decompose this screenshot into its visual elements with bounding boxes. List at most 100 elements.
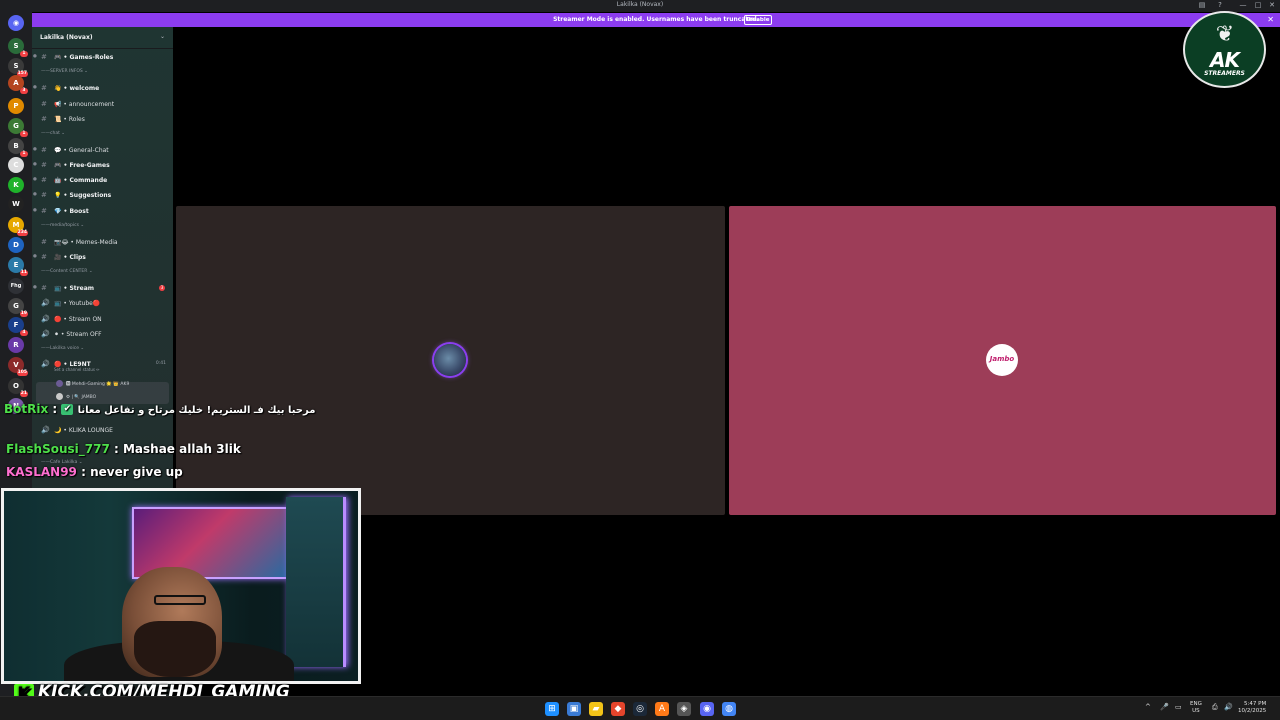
server-icon[interactable]: P: [8, 98, 24, 114]
chat-username: BotRix: [4, 402, 49, 416]
server-icon[interactable]: G 19: [8, 298, 28, 317]
text-channel[interactable]: ● # 👋 • welcome: [32, 81, 173, 95]
maximize-button[interactable]: □: [1252, 1, 1264, 9]
microphone-icon[interactable]: 🎤: [1160, 703, 1169, 711]
taskbar-app-icon[interactable]: ◈: [677, 702, 691, 716]
channel-label: 📷😂 • Memes-Media: [54, 239, 118, 246]
avatar: [56, 393, 63, 400]
chat-separator: :: [76, 465, 91, 479]
avatar: [434, 344, 466, 376]
text-channel[interactable]: ● # 💬 • General-Chat: [32, 143, 173, 157]
server-icon[interactable]: G1: [8, 118, 28, 137]
battery-icon[interactable]: ▭: [1175, 703, 1182, 711]
server-icon[interactable]: W: [8, 196, 24, 212]
taskbar-clock[interactable]: 5:47 PM 10/2/2025: [1238, 701, 1266, 715]
channel-status-prompt[interactable]: Set a channel status ✏: [54, 367, 100, 372]
speaker-icon: 🔊: [41, 315, 50, 323]
server-icon[interactable]: M 234: [8, 217, 28, 236]
text-channel[interactable]: ● # 💎 • Boost: [32, 204, 173, 218]
help-icon[interactable]: ?: [1214, 1, 1226, 9]
hash-icon: #: [41, 161, 47, 169]
channel-category[interactable]: ——media/topics ⌄: [41, 223, 84, 228]
language-indicator[interactable]: ENG US: [1190, 701, 1202, 715]
taskbar-app-icon[interactable]: ▣: [567, 702, 581, 716]
unread-badge: 11: [19, 270, 28, 276]
unread-badge: 3: [20, 88, 28, 94]
verified-icon: ✔: [61, 404, 74, 415]
unread-badge: 19: [19, 311, 28, 317]
text-channel[interactable]: ● # 🎮 • Games-Roles: [32, 50, 173, 64]
voice-channel-klika-lounge[interactable]: 🔊 🌙 • KLIKA LOUNGE: [32, 423, 173, 437]
server-icon[interactable]: Fhg: [8, 278, 24, 294]
minimize-button[interactable]: —: [1237, 1, 1249, 9]
server-icon[interactable]: B1: [8, 138, 28, 157]
server-glyph: S: [13, 62, 19, 70]
text-channel[interactable]: ● # 🎮 • Free-Games: [32, 158, 173, 172]
text-channel[interactable]: # 📢 • announcement: [32, 97, 173, 111]
taskbar-app-icon[interactable]: ▰: [589, 702, 603, 716]
server-icon[interactable]: K: [8, 177, 24, 193]
server-icon[interactable]: R: [8, 337, 24, 353]
streamer-mode-message: Streamer Mode is enabled. Usernames have…: [32, 16, 1280, 23]
close-window-button[interactable]: ✕: [1266, 1, 1278, 9]
text-channel[interactable]: ● # 💡 • Suggestions: [32, 188, 173, 202]
network-icon[interactable]: ⎙: [1212, 703, 1218, 712]
channel-label: 💡 • Suggestions: [54, 192, 112, 199]
server-icon[interactable]: O 21: [8, 378, 28, 397]
server-icon[interactable]: E 11: [8, 257, 28, 276]
channel-category[interactable]: ——SERVER INFOS ⌄: [41, 69, 88, 74]
channel-category[interactable]: ——chat ⌄: [41, 131, 65, 136]
server-glyph: P: [13, 102, 19, 110]
text-channel[interactable]: # 📷😂 • Memes-Media: [32, 235, 173, 249]
taskbar-app-icon[interactable]: ◎: [633, 702, 647, 716]
hash-icon: #: [41, 100, 47, 108]
unread-dot-icon: ●: [33, 192, 37, 197]
text-channel[interactable]: ● # 🤖 • Commande: [32, 173, 173, 187]
volume-icon[interactable]: 🔊: [1224, 703, 1233, 711]
voice-channel-le9nt[interactable]: 🔊 🔴 • LE9NT 0:41 Set a channel status ✏: [32, 357, 173, 372]
server-icon[interactable]: A3: [8, 75, 28, 94]
server-glyph: V: [13, 361, 19, 369]
call-tile-user-b[interactable]: Jambo: [729, 206, 1276, 515]
server-icon[interactable]: V 105: [8, 357, 28, 376]
channel-category[interactable]: ——Content CENTER ⌄: [41, 269, 93, 274]
taskbar-app-icon[interactable]: A: [655, 702, 669, 716]
channel-category[interactable]: ——Lakilka voice ⌄: [41, 346, 84, 351]
inbox-icon[interactable]: ▤: [1196, 1, 1208, 9]
clock-date: 10/2/2025: [1238, 708, 1267, 714]
webcam-overlay: [1, 488, 361, 684]
server-glyph: ◉: [12, 19, 20, 27]
channel-label: 🔴 • Stream ON: [54, 316, 102, 323]
taskbar-app-icon[interactable]: ◉: [700, 702, 714, 716]
text-channel[interactable]: ● # 📺 • Stream 3: [32, 281, 173, 295]
text-channel[interactable]: # 📜 • Roles: [32, 112, 173, 126]
tray-overflow-icon[interactable]: ^: [1145, 703, 1151, 711]
chevron-down-icon[interactable]: ⌄: [160, 33, 165, 40]
taskbar-app-icon[interactable]: ◆: [611, 702, 625, 716]
text-channel[interactable]: ● # 🎥 • Clips: [32, 250, 173, 264]
speaker-icon: 🔊: [41, 330, 50, 338]
server-icon[interactable]: S1: [8, 38, 28, 57]
voice-channel[interactable]: 🔊 ⚫ • Stream OFF: [32, 327, 173, 341]
server-icon[interactable]: F4: [8, 317, 28, 336]
avatar: Jambo: [986, 344, 1018, 376]
server-icon[interactable]: ◉: [8, 15, 24, 31]
voice-channel[interactable]: 🔊 🔴 • Stream ON: [32, 312, 173, 326]
server-icon[interactable]: D: [8, 237, 24, 253]
voice-channel[interactable]: 🔊 📺 • Youtube🔴: [32, 296, 173, 310]
close-banner-button[interactable]: ✕: [1267, 15, 1274, 24]
channel-label: 👋 • welcome: [54, 85, 100, 92]
server-header[interactable]: Lakilka (Novax) ⌄: [32, 27, 173, 49]
disable-streamer-mode-button[interactable]: Disable: [744, 15, 772, 25]
streamer-mode-text: Streamer Mode is enabled. Usernames have…: [553, 16, 759, 23]
taskbar-app-icon[interactable]: ⊞: [545, 702, 559, 716]
taskbar-app-icon[interactable]: ◍: [722, 702, 736, 716]
chat-separator: :: [109, 442, 123, 456]
server-icon[interactable]: S 157: [8, 58, 28, 77]
hash-icon: #: [41, 191, 47, 199]
voice-user-1[interactable]: 🅼 Mehdi-Gaming 🌟 👑 AK9: [56, 380, 129, 387]
server-icon[interactable]: C: [8, 157, 24, 173]
call-tile-user-a[interactable]: [176, 206, 725, 515]
unread-dot-icon: ●: [33, 162, 37, 167]
voice-user-2[interactable]: ⚙ | 🔍 JAMBO: [56, 393, 96, 400]
